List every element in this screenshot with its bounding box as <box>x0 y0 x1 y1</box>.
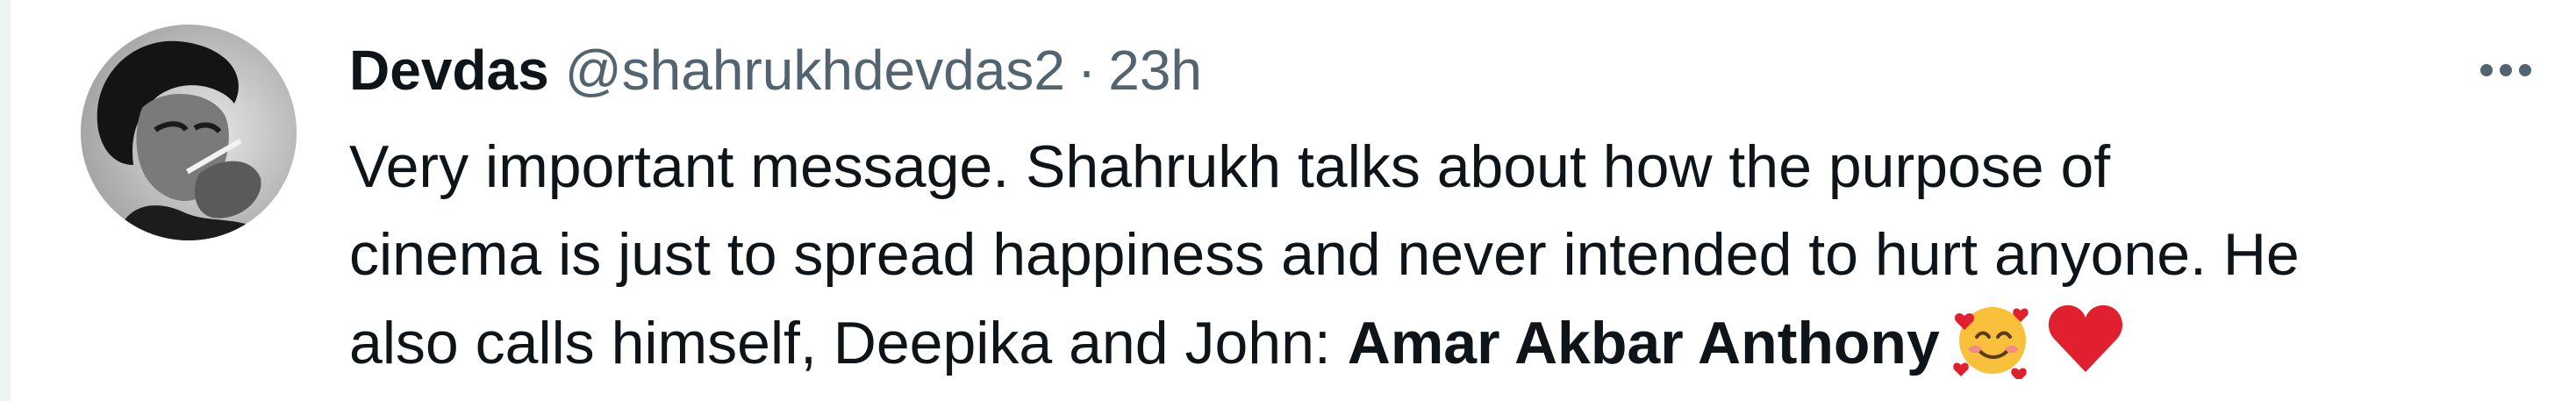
tweet-text: Very important message. Shahrukh talks a… <box>349 123 2560 387</box>
avatar[interactable] <box>81 25 297 240</box>
tweet[interactable]: Devdas @shahrukhdevdas2 · 23h Very impor… <box>0 0 2576 401</box>
more-options-icon <box>2480 64 2531 76</box>
more-options-button[interactable] <box>2462 39 2550 102</box>
tweet-header: Devdas @shahrukhdevdas2 · 23h <box>349 26 1202 114</box>
tweet-text-line-2: cinema is just to spread happiness and n… <box>349 221 2300 288</box>
tweet-text-line-3-plain: also calls himself, Deepika and John: <box>349 310 1348 376</box>
bold-title: Amar Akbar Anthony <box>1347 310 1940 376</box>
tweet-text-line-3: also calls himself, Deepika and John: Am… <box>349 298 2560 387</box>
profile-photo <box>81 25 297 240</box>
user-handle[interactable]: @shahrukhdevdas2 <box>565 26 1065 114</box>
timestamp[interactable]: 23h <box>1108 26 1202 114</box>
tweet-text-line-1: Very important message. Shahrukh talks a… <box>349 133 2111 200</box>
separator-dot: · <box>1077 39 1097 102</box>
red-heart-emoji <box>2045 298 2126 379</box>
display-name[interactable]: Devdas <box>349 26 549 114</box>
smiling-face-with-hearts-emoji <box>1952 298 2033 379</box>
